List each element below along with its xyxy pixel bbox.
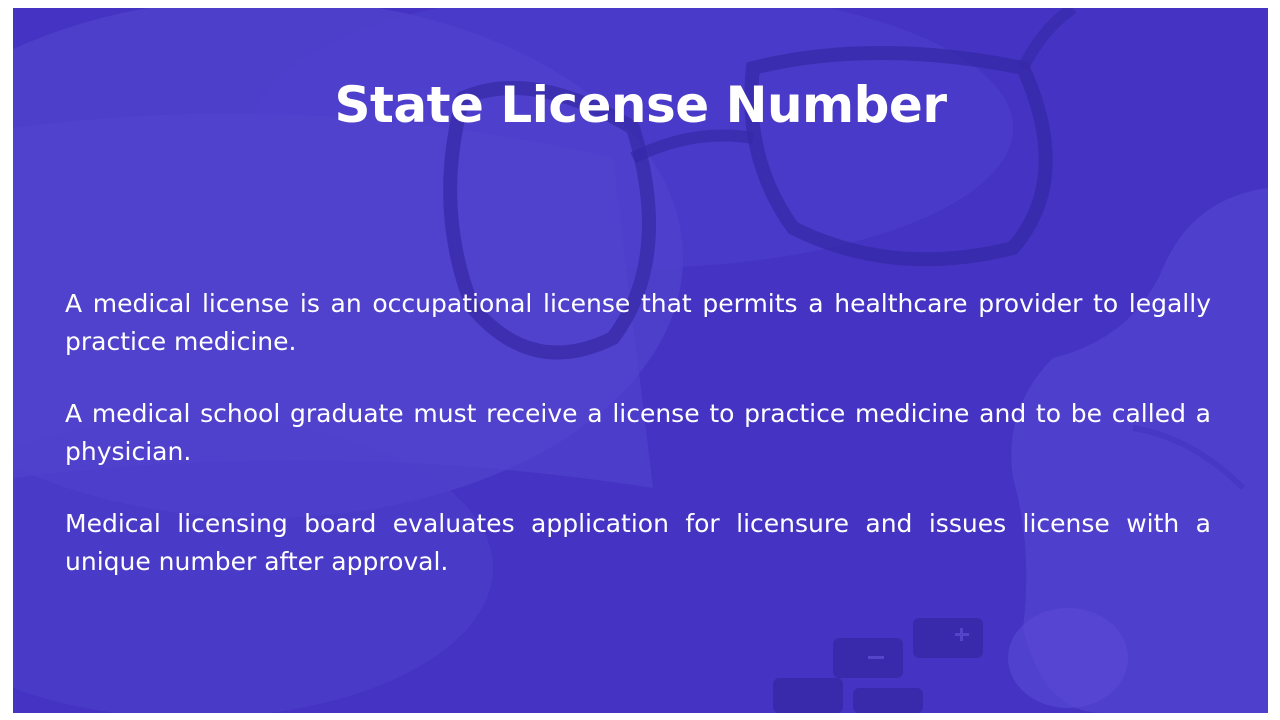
slide-body: A medical license is an occupational lic… <box>65 285 1211 615</box>
paragraph-2: A medical school graduate must receive a… <box>65 399 1211 466</box>
slide-title: State License Number <box>334 76 948 134</box>
paragraph-3: Medical licensing board evaluates applic… <box>65 509 1211 576</box>
slide: State License Number A medical license i… <box>13 8 1268 713</box>
paragraph-1: A medical license is an occupational lic… <box>65 289 1211 356</box>
